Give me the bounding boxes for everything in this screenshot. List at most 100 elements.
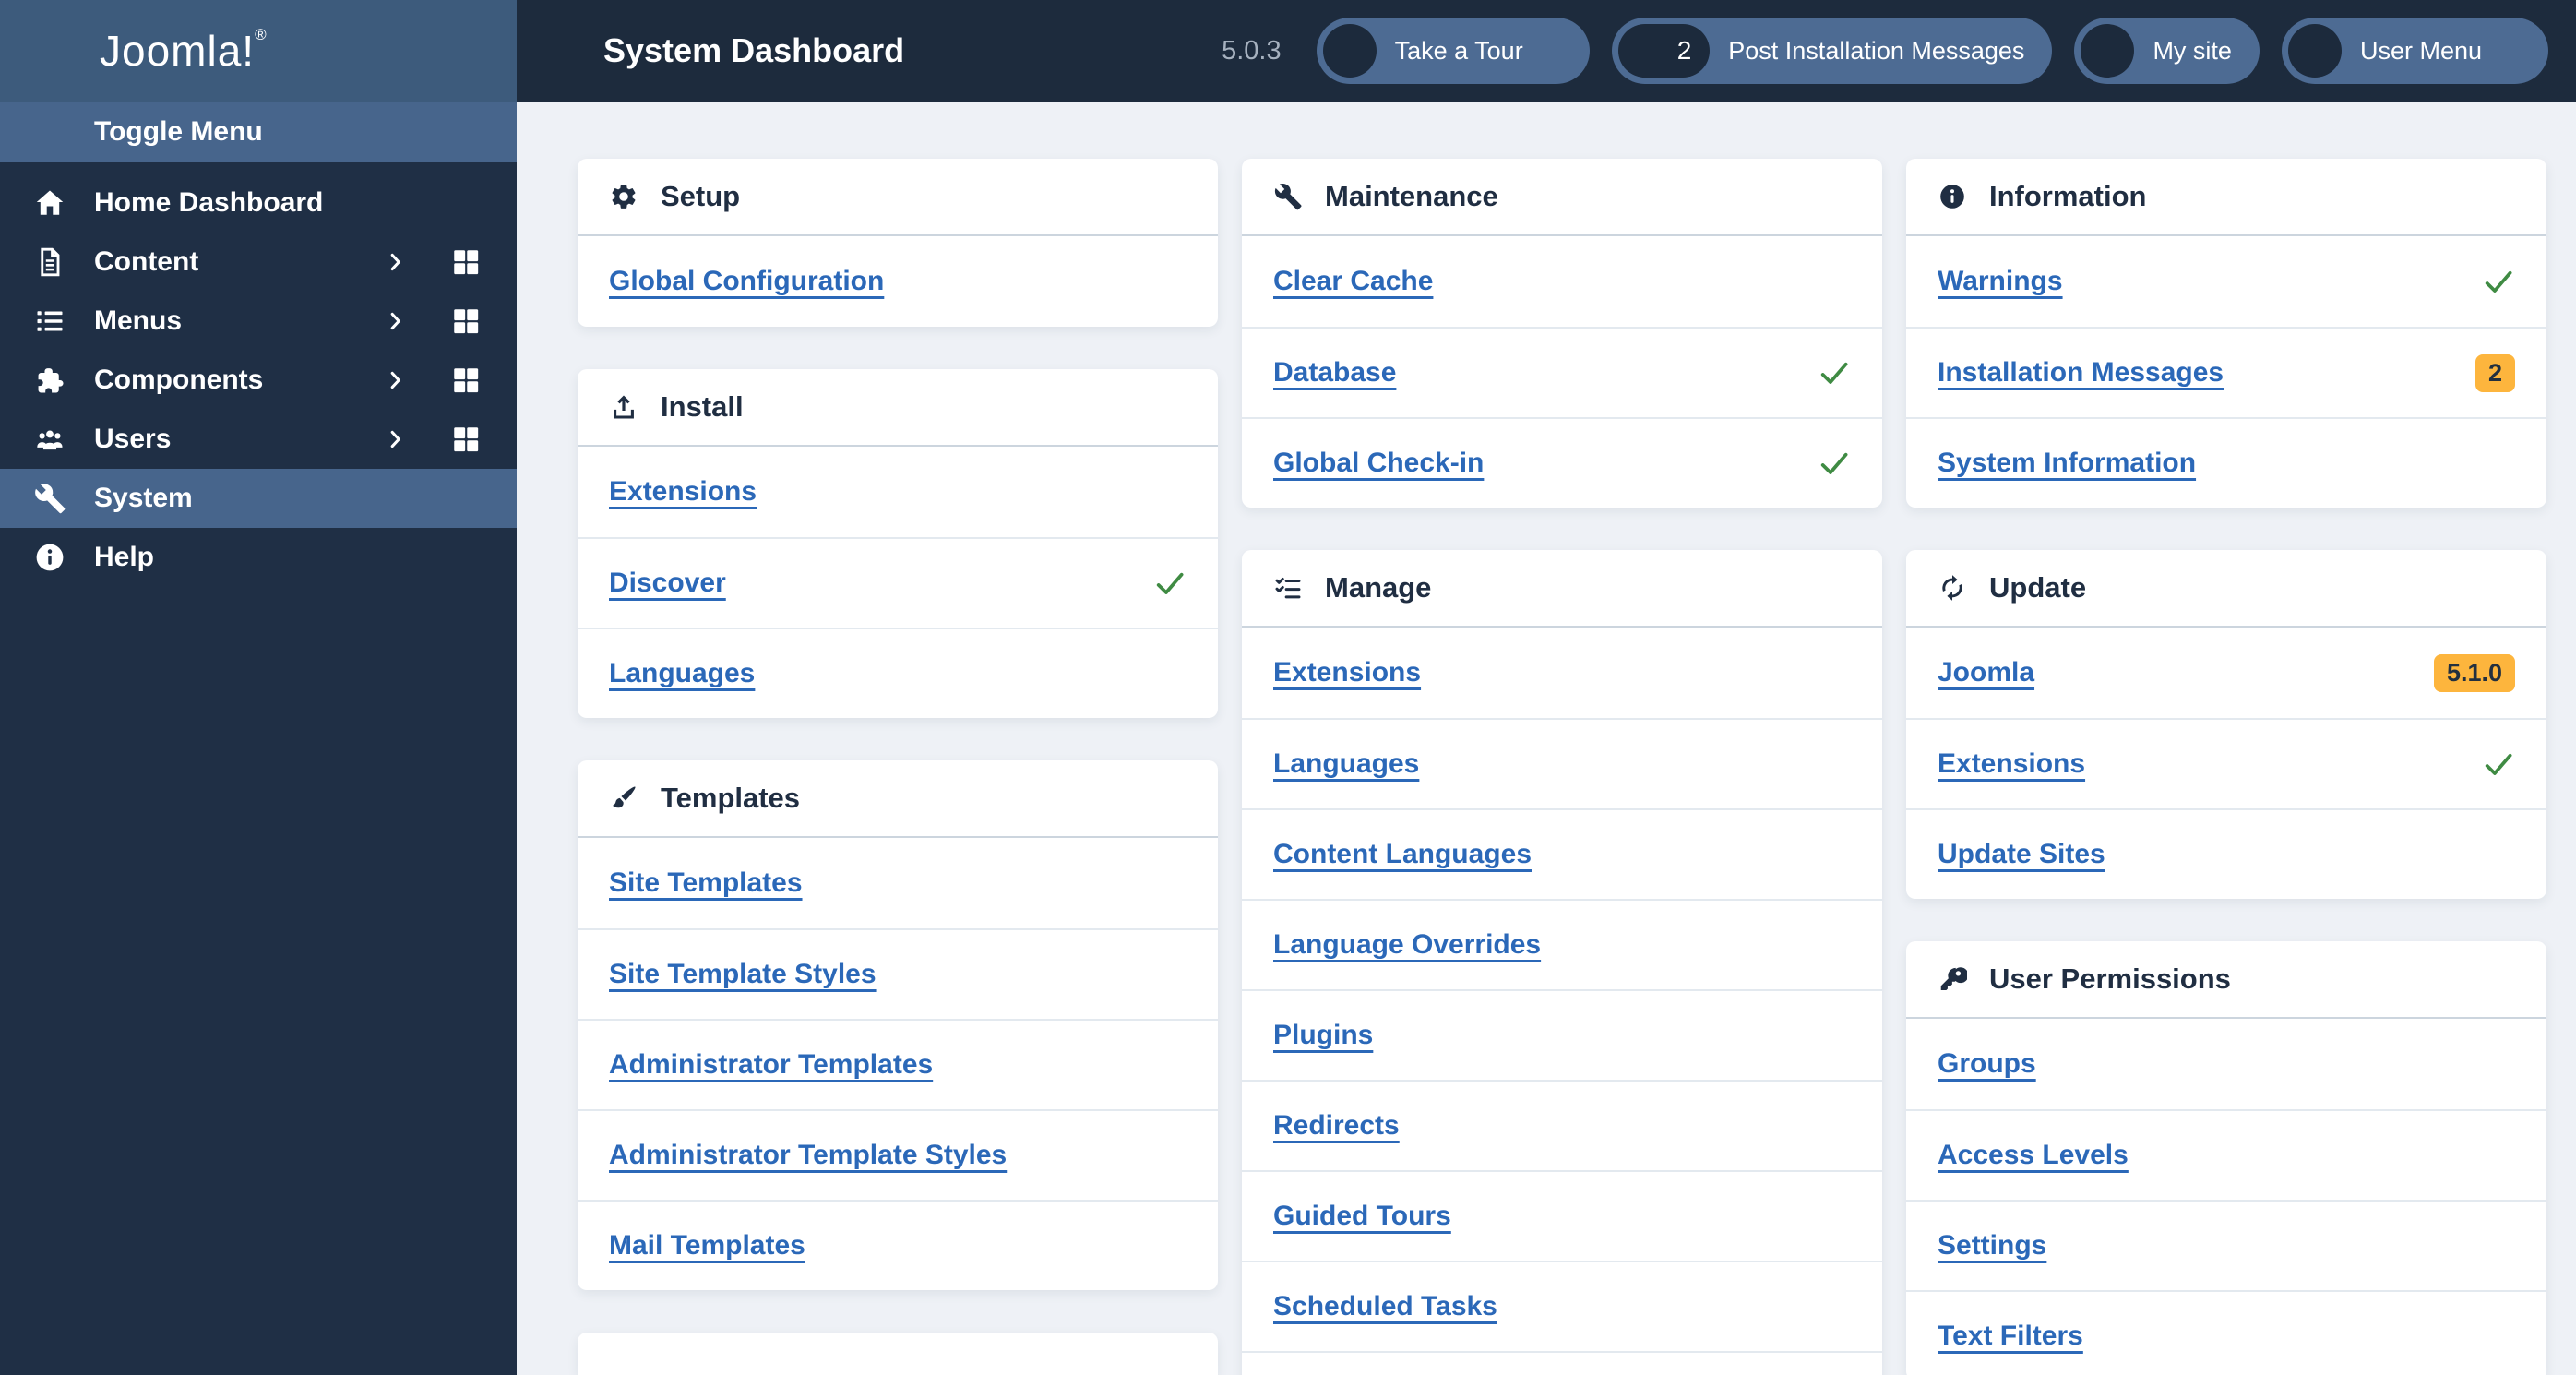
sidebar-item-label: Users: [94, 424, 172, 454]
signpost-icon-circle: [1322, 24, 1377, 78]
card-install: Install Extensions Discover Languages: [578, 369, 1218, 718]
link-scheduled-tasks[interactable]: Scheduled Tasks: [1273, 1291, 1497, 1322]
card-partial: [578, 1333, 1218, 1375]
link-discover[interactable]: Discover: [609, 568, 726, 599]
card-row: Update Sites: [1906, 808, 2546, 899]
link-global-configuration[interactable]: Global Configuration: [609, 266, 884, 297]
card-row: Clear Cache: [1242, 236, 1882, 327]
sidebar-item-help[interactable]: Help: [0, 528, 517, 587]
dashboard-column-2: Maintenance Clear Cache Database Global Che…: [1242, 159, 1882, 1375]
status-check: [1818, 447, 1851, 480]
joomla-logo-icon: [24, 21, 83, 80]
link-site-template-styles[interactable]: Site Template Styles: [609, 959, 877, 990]
chevron-right-icon[interactable]: [384, 250, 408, 274]
messages-count-capsule: 2: [1617, 24, 1711, 78]
card-title: Manage: [1325, 571, 1432, 604]
card-row: Extensions: [1242, 628, 1882, 718]
card-row: Groups: [1906, 1019, 2546, 1109]
sidebar-item-label: Content: [94, 246, 199, 277]
sidebar-item-components[interactable]: Components: [0, 351, 517, 410]
chevron-right-icon[interactable]: [384, 427, 408, 451]
link-languages[interactable]: Languages: [609, 658, 755, 689]
messages-count: 2: [1676, 36, 1692, 65]
status-badge: 5.1.0: [2433, 653, 2515, 692]
link-language-overrides[interactable]: Language Overrides: [1273, 929, 1541, 961]
link-system-information[interactable]: System Information: [1938, 448, 2196, 479]
link-extensions[interactable]: Extensions: [1273, 657, 1421, 688]
gear-icon: [609, 182, 638, 211]
card-maintenance: Maintenance Clear Cache Database Global Che…: [1242, 159, 1882, 508]
grid-icon[interactable]: [450, 305, 482, 337]
card-row: Administrator Templates: [578, 1019, 1218, 1109]
grid-icon[interactable]: [450, 365, 482, 396]
card-row: Installation Messages 2: [1906, 327, 2546, 417]
user-menu-label: User Menu: [2359, 36, 2482, 65]
card-row: Settings: [1906, 1200, 2546, 1290]
link-content-languages[interactable]: Content Languages: [1273, 839, 1532, 870]
card-header-templates: Templates: [578, 760, 1218, 838]
link-text-filters[interactable]: Text Filters: [1938, 1321, 2083, 1352]
link-access-levels[interactable]: Access Levels: [1938, 1140, 2129, 1171]
link-installation-messages[interactable]: Installation Messages: [1938, 357, 2224, 389]
link-clear-cache[interactable]: Clear Cache: [1273, 266, 1433, 297]
sidebar-item-home-dashboard[interactable]: Home Dashboard: [0, 173, 517, 233]
check-icon: [1818, 447, 1851, 480]
header-actions: 5.0.3 Take a Tour 2 Post Installation Me…: [1185, 18, 2548, 84]
menus-icon: [33, 305, 66, 338]
link-guided-tours[interactable]: Guided Tours: [1273, 1201, 1451, 1232]
card-title: Install: [661, 390, 744, 423]
grid-icon[interactable]: [450, 424, 482, 455]
wrench-icon: [33, 482, 66, 515]
take-a-tour-button[interactable]: Take a Tour: [1316, 18, 1590, 84]
dashboard-column-3: Information Warnings Installation Messages…: [1906, 159, 2546, 1375]
sidebar-item-content[interactable]: Content: [0, 233, 517, 292]
card-header-setup: Setup: [578, 159, 1218, 236]
toggle-icon: [33, 115, 66, 149]
link-redirects[interactable]: Redirects: [1273, 1110, 1400, 1142]
person-icon: [2301, 37, 2329, 65]
link-extensions[interactable]: Extensions: [1938, 748, 2085, 780]
registered-mark: ®: [255, 26, 268, 43]
chevron-right-icon[interactable]: [384, 368, 408, 392]
link-extensions[interactable]: Extensions: [609, 476, 757, 508]
card-manage: Manage Extensions Languages Content Languag…: [1242, 550, 1882, 1375]
sidebar-item-users[interactable]: Users: [0, 410, 517, 469]
link-global-check-in[interactable]: Global Check-in: [1273, 448, 1484, 479]
link-update-sites[interactable]: Update Sites: [1938, 839, 2105, 870]
status-badge-wrap: 5.1.0: [2433, 653, 2515, 692]
my-site-label: My site: [2153, 36, 2232, 65]
joomla-glyph-icon: [1185, 38, 1210, 64]
my-site-button[interactable]: My site: [2074, 18, 2260, 84]
link-mail-templates[interactable]: Mail Templates: [609, 1230, 805, 1261]
brand-logo-text: Joomla!®: [100, 26, 268, 75]
header-bar: System Dashboard 5.0.3 Take a Tour 2 Pos…: [517, 0, 2576, 102]
post-installation-messages-button[interactable]: 2 Post Installation Messages: [1611, 18, 2053, 84]
card-row: Languages: [1242, 718, 1882, 808]
link-site-templates[interactable]: Site Templates: [609, 867, 803, 899]
link-joomla[interactable]: Joomla: [1938, 657, 2034, 688]
card-row: Warnings: [1906, 236, 2546, 327]
take-a-tour-label: Take a Tour: [1394, 36, 1523, 65]
link-warnings[interactable]: Warnings: [1938, 266, 2063, 297]
sidebar-item-system[interactable]: System: [0, 469, 517, 528]
card-title: Templates: [661, 782, 801, 814]
user-menu-button[interactable]: User Menu: [2281, 18, 2548, 84]
grid-icon[interactable]: [450, 246, 482, 278]
toggle-menu-button[interactable]: Toggle Menu: [0, 102, 517, 162]
link-plugins[interactable]: Plugins: [1273, 1020, 1373, 1051]
card-header-install: Install: [578, 369, 1218, 447]
card-row: Guided Tours: [1242, 1170, 1882, 1261]
link-languages[interactable]: Languages: [1273, 748, 1419, 780]
card-row-clipped: [1242, 1351, 1882, 1375]
checklist-icon: [1273, 573, 1303, 603]
check-icon: [1153, 567, 1187, 600]
link-administrator-templates[interactable]: Administrator Templates: [609, 1049, 933, 1081]
link-settings[interactable]: Settings: [1938, 1230, 2046, 1261]
components-icon: [33, 364, 66, 397]
card-header-information: Information: [1906, 159, 2546, 236]
link-database[interactable]: Database: [1273, 357, 1396, 389]
link-administrator-template-styles[interactable]: Administrator Template Styles: [609, 1140, 1007, 1171]
sidebar-item-menus[interactable]: Menus: [0, 292, 517, 351]
chevron-right-icon[interactable]: [384, 309, 408, 333]
link-groups[interactable]: Groups: [1938, 1048, 2036, 1080]
